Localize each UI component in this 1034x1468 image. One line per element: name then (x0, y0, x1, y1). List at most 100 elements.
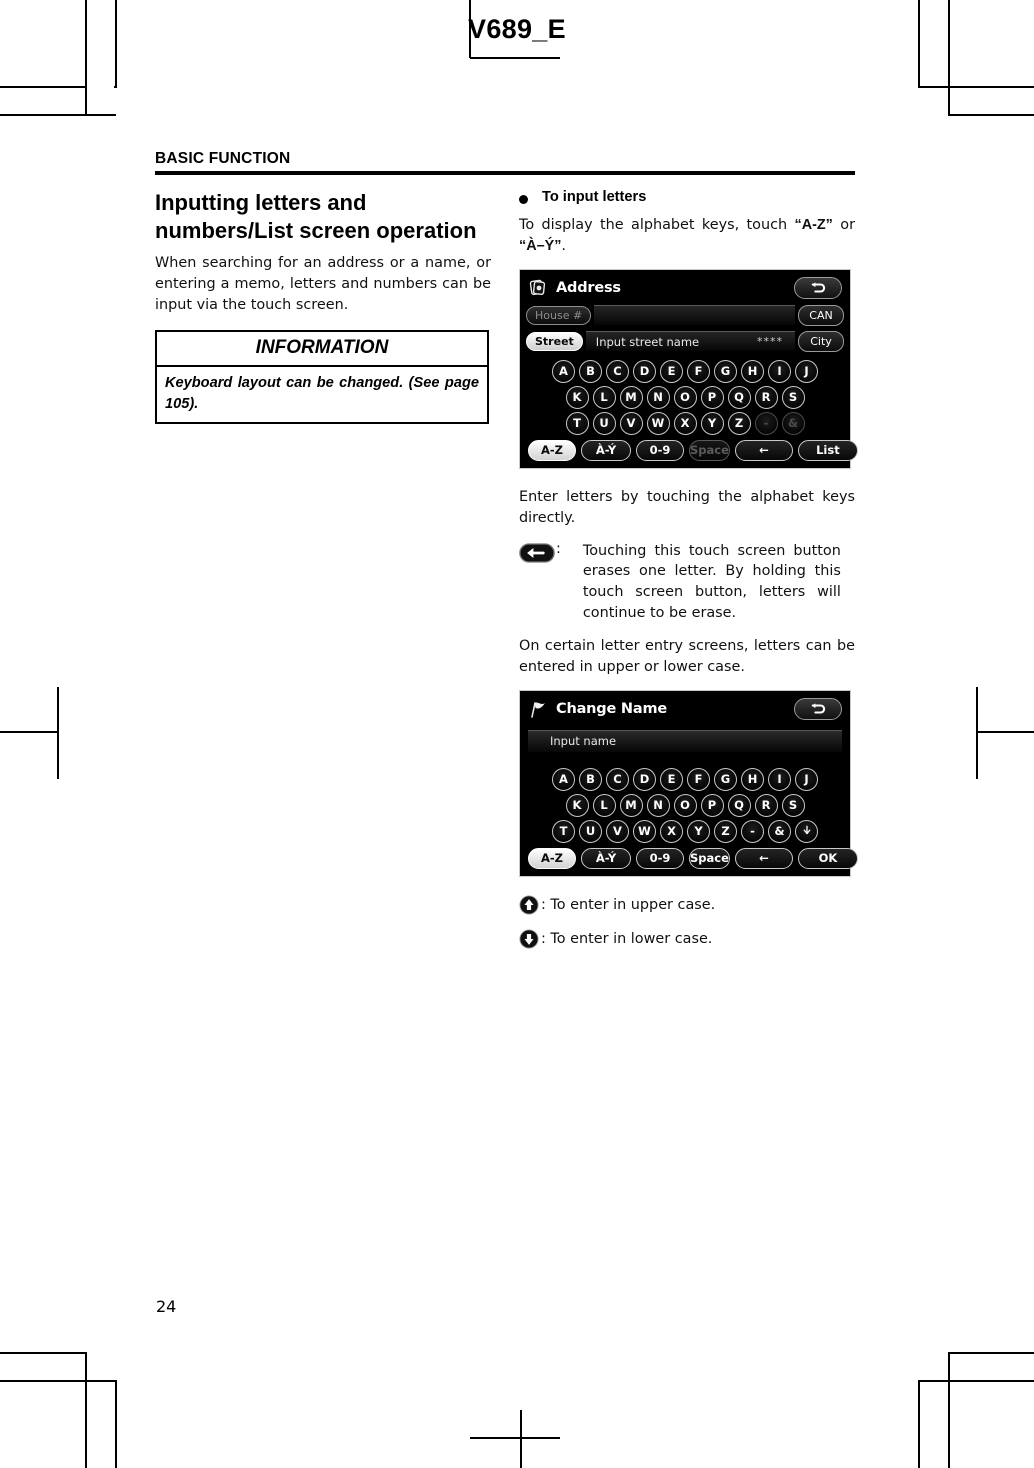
key-m[interactable]: M (619, 385, 643, 409)
key-ampersand[interactable]: & (768, 819, 791, 843)
list-button[interactable]: List (797, 439, 858, 461)
key-a[interactable]: A (552, 767, 575, 791)
key-w[interactable]: W (646, 411, 670, 435)
backspace-button[interactable]: ← (734, 847, 793, 869)
can-button[interactable]: CAN (798, 304, 844, 326)
key-n[interactable]: N (646, 793, 670, 817)
key-f[interactable]: F (687, 767, 710, 791)
information-heading: INFORMATION (157, 332, 487, 367)
key-k[interactable]: K (565, 793, 589, 817)
key-r[interactable]: R (754, 385, 778, 409)
key-g[interactable]: G (714, 359, 737, 383)
key-y[interactable]: Y (700, 411, 724, 435)
key-e[interactable]: E (660, 359, 683, 383)
flag-icon (528, 699, 548, 719)
street-tab[interactable]: Street (526, 331, 583, 351)
key-l[interactable]: L (592, 385, 616, 409)
accent-button[interactable]: À-Ý (581, 847, 631, 869)
city-button[interactable]: City (798, 330, 844, 352)
key-x[interactable]: X (660, 819, 683, 843)
key-u[interactable]: U (579, 819, 602, 843)
key-m[interactable]: M (619, 793, 643, 817)
key-b[interactable]: B (579, 359, 602, 383)
instruction-key-accent: “À–Ý” (519, 237, 562, 254)
page-content: BASIC FUNCTION Inputting letters and num… (155, 150, 858, 1350)
key-d[interactable]: D (633, 359, 656, 383)
key-h[interactable]: H (741, 359, 764, 383)
key-z[interactable]: Z (727, 411, 751, 435)
numbers-button[interactable]: 0-9 (636, 439, 684, 461)
backspace-icon (519, 542, 555, 567)
crop-mark (918, 1380, 920, 1468)
key-n[interactable]: N (646, 385, 670, 409)
header-rule (155, 171, 855, 175)
erase-note: Touching this touch screen button erases… (582, 542, 841, 622)
crop-mark (0, 1352, 86, 1354)
key-d[interactable]: D (633, 767, 656, 791)
key-s[interactable]: S (781, 385, 805, 409)
back-arrow-icon[interactable] (794, 697, 842, 720)
key-l[interactable]: L (592, 793, 616, 817)
backspace-button[interactable]: ← (734, 439, 793, 461)
instruction-paragraph: To display the alphabet keys, touch “A-Z… (519, 215, 855, 257)
key-t[interactable]: T (552, 819, 575, 843)
legend-lower-case-text: : To enter in lower case. (541, 930, 713, 947)
key-g[interactable]: G (714, 767, 737, 791)
az-button[interactable]: A-Z (528, 847, 576, 869)
instruction-or: or (832, 217, 855, 233)
two-column-layout: Inputting letters and numbers/List scree… (155, 189, 858, 963)
input-name-field[interactable]: Input name (528, 729, 842, 752)
key-f[interactable]: F (687, 359, 710, 383)
key-c[interactable]: C (606, 359, 629, 383)
space-button[interactable]: Space (689, 847, 730, 869)
accent-button[interactable]: À-Ý (581, 439, 631, 461)
key-o[interactable]: O (673, 793, 697, 817)
key-s[interactable]: S (781, 793, 805, 817)
key-z[interactable]: Z (714, 819, 737, 843)
key-u[interactable]: U (592, 411, 616, 435)
key-j[interactable]: J (795, 767, 818, 791)
key-c[interactable]: C (606, 767, 629, 791)
numbers-button[interactable]: 0-9 (636, 847, 684, 869)
key-x[interactable]: X (673, 411, 697, 435)
key-r[interactable]: R (754, 793, 778, 817)
key-a[interactable]: A (552, 359, 575, 383)
key-i[interactable]: I (768, 359, 791, 383)
key-w[interactable]: W (633, 819, 656, 843)
crop-mark (918, 86, 1034, 88)
fold-mark (470, 57, 560, 59)
registration-mark (57, 687, 59, 779)
key-p[interactable]: P (700, 385, 724, 409)
document-code: V689_E (468, 14, 566, 44)
key-e[interactable]: E (660, 767, 683, 791)
ok-button[interactable]: OK (797, 847, 858, 869)
fold-mark (520, 1410, 522, 1468)
key-i[interactable]: I (768, 767, 791, 791)
fold-mark (470, 1437, 560, 1439)
information-box: INFORMATION Keyboard layout can be chang… (155, 329, 489, 425)
key-k[interactable]: K (565, 385, 589, 409)
key-p[interactable]: P (700, 793, 724, 817)
instruction-suffix: . (561, 237, 566, 254)
arrow-down-key-icon[interactable] (795, 819, 818, 843)
az-button[interactable]: A-Z (528, 439, 576, 461)
street-field[interactable]: Input street name **** (585, 331, 795, 352)
key-hyphen[interactable]: - (741, 819, 764, 843)
key-v[interactable]: V (606, 819, 629, 843)
key-q[interactable]: Q (727, 793, 751, 817)
house-number-field[interactable] (594, 305, 795, 326)
back-arrow-icon[interactable] (794, 276, 842, 299)
address-title: Address (556, 279, 621, 296)
key-q[interactable]: Q (727, 385, 751, 409)
key-t[interactable]: T (565, 411, 589, 435)
instruction-key-az: “A-Z” (794, 217, 833, 233)
running-head: BASIC FUNCTION (155, 150, 291, 167)
house-number-tab[interactable]: House # (526, 305, 592, 325)
key-j[interactable]: J (795, 359, 818, 383)
key-y[interactable]: Y (687, 819, 710, 843)
key-v[interactable]: V (619, 411, 643, 435)
key-o[interactable]: O (673, 385, 697, 409)
key-h[interactable]: H (741, 767, 764, 791)
crop-mark (0, 1380, 116, 1382)
key-b[interactable]: B (579, 767, 602, 791)
